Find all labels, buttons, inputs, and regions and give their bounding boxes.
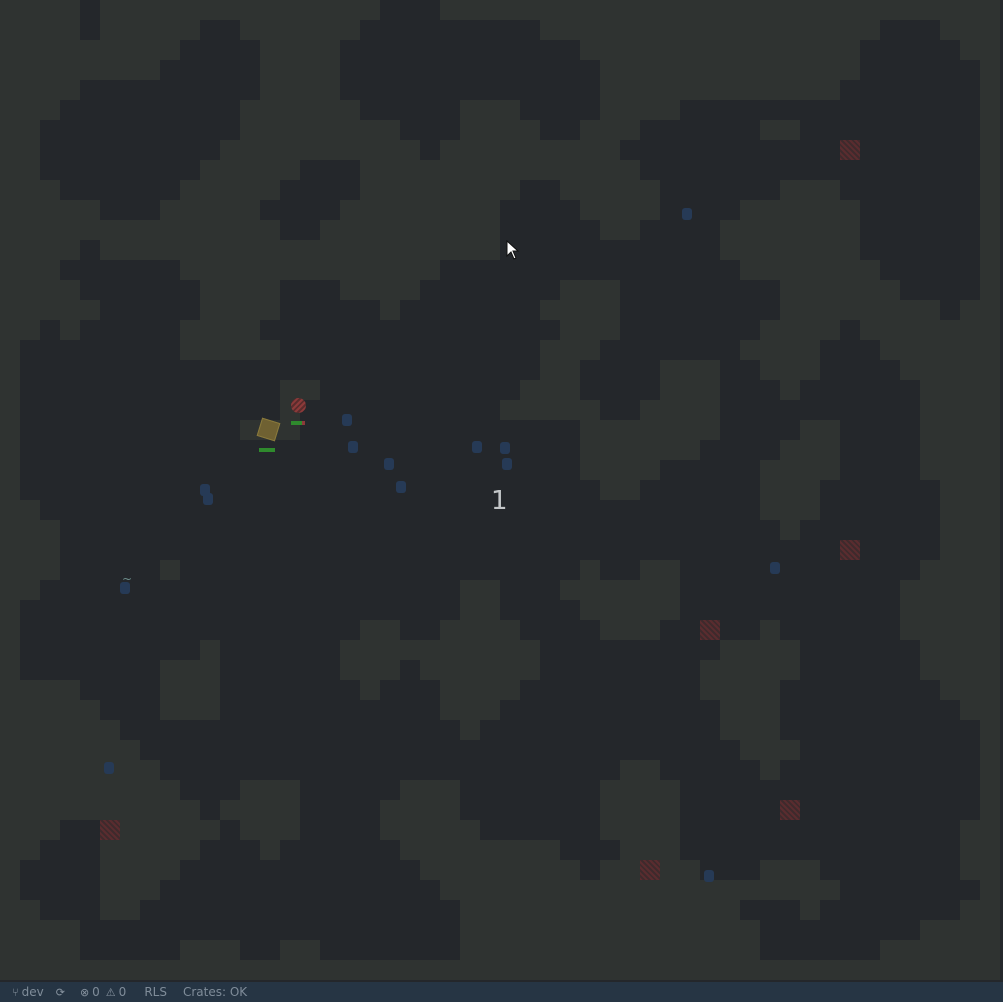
crates-label: Crates: OK bbox=[182, 985, 248, 999]
crates-status[interactable]: Crates: OK bbox=[183, 985, 247, 999]
player-health-bar bbox=[259, 448, 275, 452]
branch-label: dev bbox=[21, 985, 44, 999]
pellet bbox=[704, 870, 714, 882]
pellet bbox=[342, 414, 352, 426]
warning-triangle-icon: ⚠ bbox=[105, 985, 116, 999]
pellet bbox=[500, 442, 510, 454]
pellet bbox=[203, 493, 213, 505]
enemy-health-bar-missing bbox=[302, 421, 305, 425]
hazard-tile bbox=[780, 800, 800, 820]
problems-indicator[interactable]: ⊗ 0 ⚠ 0 bbox=[80, 985, 126, 999]
sync-button[interactable]: ⟳ bbox=[56, 986, 68, 999]
branch-indicator[interactable]: ⑂ dev bbox=[12, 985, 44, 999]
status-bar: ⑂ dev ⟳ ⊗ 0 ⚠ 0 RLS Crates: OK bbox=[0, 982, 1003, 1002]
wave-counter: 1 bbox=[491, 486, 508, 516]
game-canvas[interactable]: ~ 1 bbox=[0, 0, 1003, 982]
pellet bbox=[348, 441, 358, 453]
error-circle-icon: ⊗ bbox=[79, 985, 90, 999]
pellet bbox=[472, 441, 482, 453]
hazard-tile bbox=[700, 620, 720, 640]
hazard-tile bbox=[840, 140, 860, 160]
player-character bbox=[256, 417, 281, 442]
rls-indicator[interactable]: RLS bbox=[144, 985, 167, 999]
enemy-blob bbox=[291, 398, 306, 413]
hazard-tile bbox=[100, 820, 120, 840]
wave-glyph: ~ bbox=[122, 572, 133, 586]
warning-count: 0 bbox=[118, 985, 127, 999]
pellet bbox=[502, 458, 512, 470]
pellet bbox=[384, 458, 394, 470]
pellet bbox=[104, 762, 114, 774]
enemy-health-bar bbox=[291, 421, 302, 425]
arrow-pointer-icon bbox=[506, 240, 520, 260]
hazard-tile bbox=[840, 540, 860, 560]
sync-icon: ⟳ bbox=[55, 985, 65, 999]
git-branch-icon: ⑂ bbox=[12, 985, 19, 999]
pellet bbox=[682, 208, 692, 220]
pellet bbox=[396, 481, 406, 493]
rls-label: RLS bbox=[144, 985, 167, 999]
error-count: 0 bbox=[92, 985, 100, 999]
pellet bbox=[770, 562, 780, 574]
hazard-tile bbox=[640, 860, 660, 880]
